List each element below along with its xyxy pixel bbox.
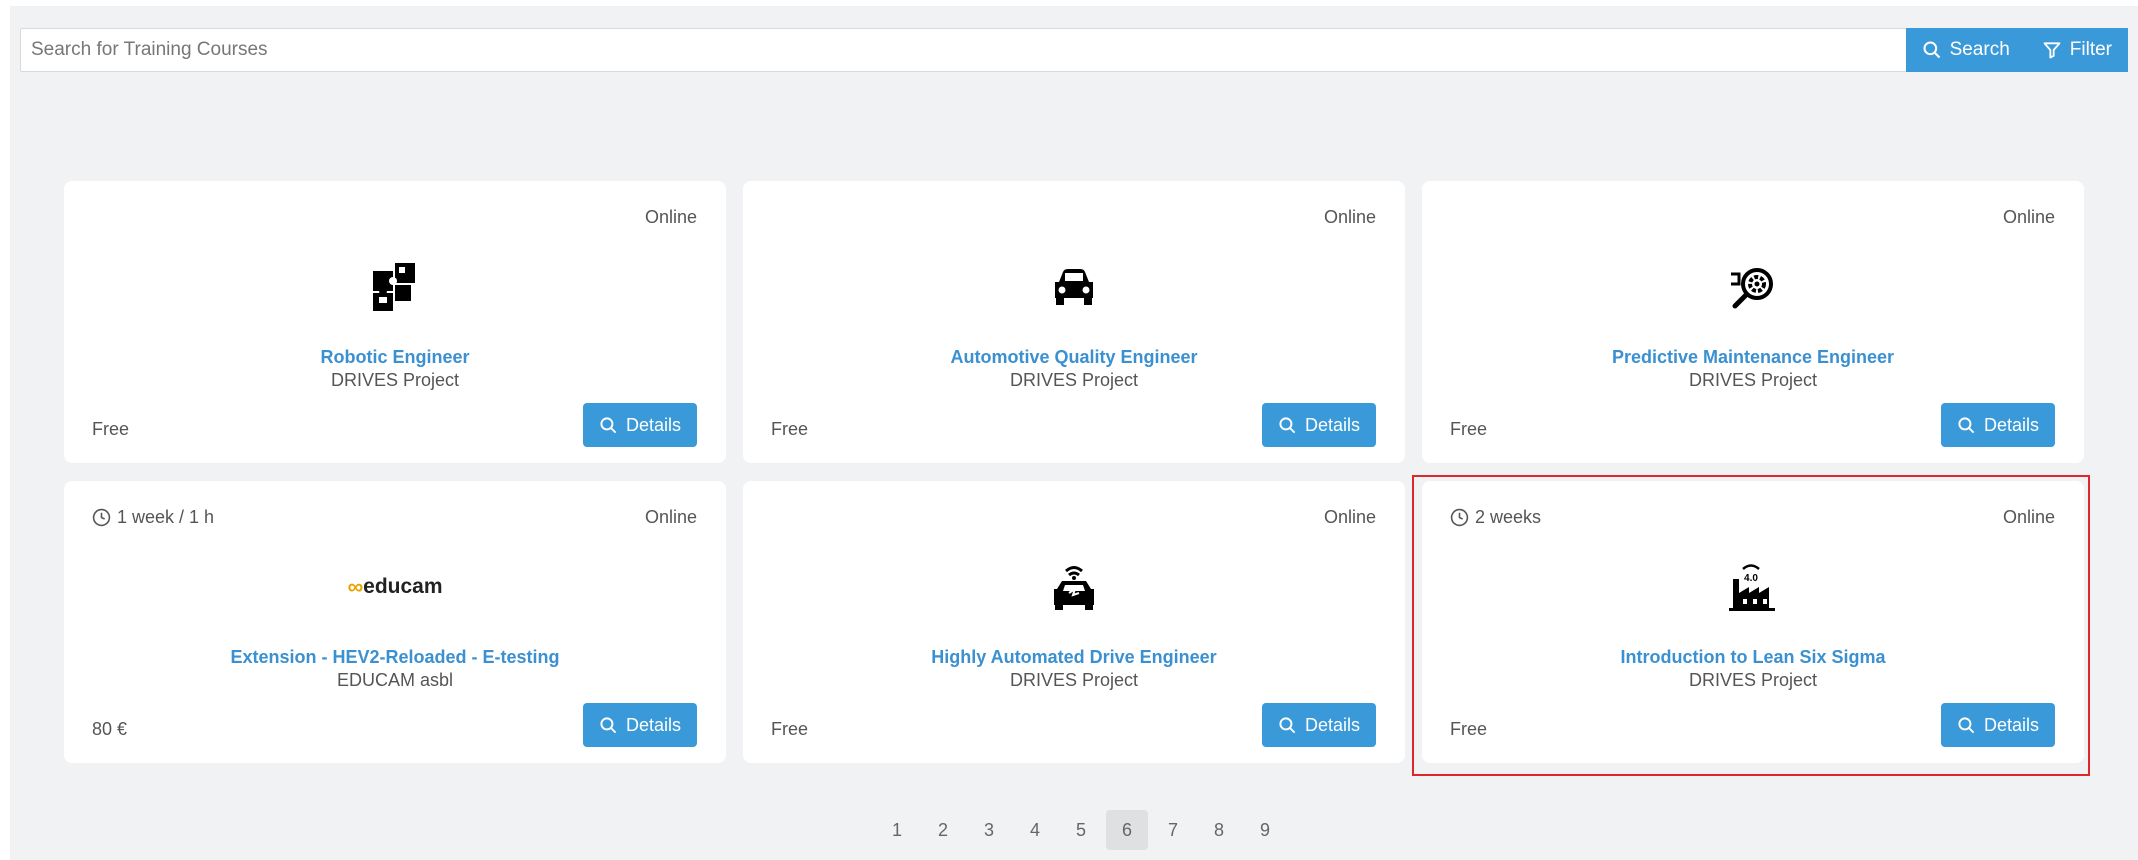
course-card: Online Robotic Engineer DRIVES Project F… [64,181,726,463]
search-bar: Search Filter [20,28,2128,72]
details-button[interactable]: Details [583,403,697,447]
search-button[interactable]: Search [1905,28,2026,72]
page-link-1[interactable]: 1 [876,810,918,850]
details-label: Details [1304,414,1361,435]
factory-icon-text: 4.0 [1744,573,1758,584]
search-icon [1958,716,1975,733]
details-button[interactable]: Details [1941,403,2055,447]
page-link-7[interactable]: 7 [1152,810,1194,850]
course-provider: EDUCAM asbl [336,670,454,690]
page-link-current[interactable]: 6 [1106,810,1148,850]
course-title[interactable]: Extension - HEV2-Reloaded - E-testing [64,647,726,668]
course-provider: DRIVES Project [1009,370,1139,390]
smart-factory-icon: 4.0 [1729,564,1775,611]
course-price: Free [92,419,130,439]
course-provider: DRIVES Project [1688,370,1818,390]
delivery-mode: Online [644,507,697,527]
details-label: Details [1983,414,2040,435]
course-card: 2 weeks Online 4.0 Introduction to Lean … [1422,481,2084,763]
delivery-mode: Online [1323,207,1376,227]
delivery-mode: Online [2002,207,2055,227]
filter-icon [2043,42,2061,59]
infinity-icon: ∞ [347,574,363,599]
course-title[interactable]: Robotic Engineer [64,347,726,368]
filter-button[interactable]: Filter [2025,28,2128,72]
car-icon [1055,269,1093,305]
pagination: 1 2 3 4 5 6 7 8 9 [876,810,1290,850]
page-link-8[interactable]: 8 [1198,810,1240,850]
details-label: Details [1304,714,1361,735]
details-label: Details [1983,714,2040,735]
search-icon [1958,416,1975,433]
puzzle-icon [373,263,415,311]
course-price: Free [1450,419,1488,439]
course-provider: DRIVES Project [1009,670,1139,690]
search-icon [1923,41,1940,59]
course-provider: DRIVES Project [1688,670,1818,690]
course-title[interactable]: Predictive Maintenance Engineer [1422,347,2084,368]
course-card: Online Predictive Maintenance Engineer D… [1422,181,2084,463]
details-button[interactable]: Details [1262,403,1376,447]
course-provider: DRIVES Project [330,370,460,390]
details-button[interactable]: Details [1941,703,2055,747]
page-link-2[interactable]: 2 [922,810,964,850]
details-label: Details [625,414,682,435]
logo-text: educam [363,575,443,598]
duration-label: 1 week / 1 h [117,507,215,527]
delivery-mode: Online [1323,507,1376,527]
filter-button-label: Filter [2069,39,2112,60]
course-price: 80 € [92,719,128,739]
duration-label: 2 weeks [1475,507,1542,527]
page-link-9[interactable]: 9 [1244,810,1286,850]
course-card: Online Highly Automated Drive Engineer D… [743,481,1405,763]
details-button[interactable]: Details [1262,703,1376,747]
course-title[interactable]: Automotive Quality Engineer [743,347,1405,368]
search-button-group: Search Filter [1905,28,2128,72]
details-label: Details [625,714,682,735]
clock-icon [92,508,111,527]
course-title[interactable]: Highly Automated Drive Engineer [743,647,1405,668]
connected-car-icon [1054,566,1094,610]
search-icon [600,716,617,733]
clock-icon [1450,508,1469,527]
delivery-mode: Online [644,207,697,227]
search-button-label: Search [1949,39,2010,60]
educam-logo: ∞ educam [347,574,442,600]
search-icon [1279,416,1296,433]
course-card: Online Automotive Quality Engineer DRIVE… [743,181,1405,463]
course-price: Free [771,419,809,439]
page-link-4[interactable]: 4 [1014,810,1056,850]
search-input[interactable] [20,28,1906,72]
delivery-mode: Online [2002,507,2055,527]
course-price: Free [771,719,809,739]
details-button[interactable]: Details [583,703,697,747]
search-icon [600,416,617,433]
page-link-3[interactable]: 3 [968,810,1010,850]
course-card: 1 week / 1 h Online ∞ educam Extension -… [64,481,726,763]
course-price: Free [1450,719,1488,739]
course-duration: 1 week / 1 h [92,507,214,528]
page-link-5[interactable]: 5 [1060,810,1102,850]
gear-search-icon [1731,268,1773,309]
search-icon [1279,716,1296,733]
course-title[interactable]: Introduction to Lean Six Sigma [1422,647,2084,668]
course-duration: 2 weeks [1450,507,1541,528]
